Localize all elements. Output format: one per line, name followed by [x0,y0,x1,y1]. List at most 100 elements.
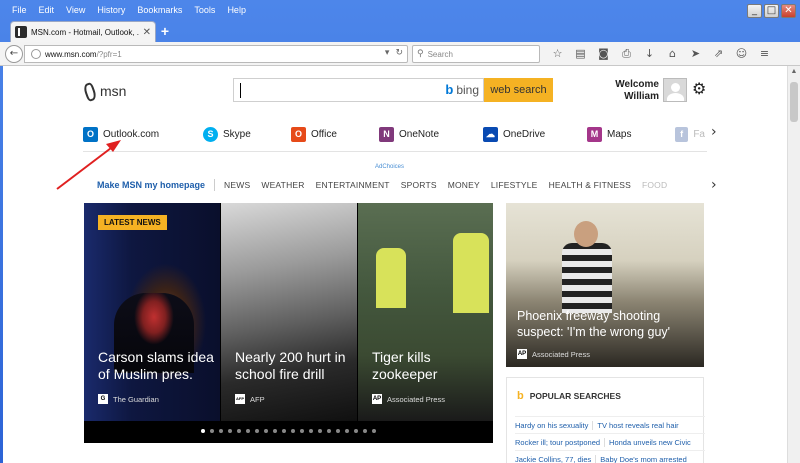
list-item: Rocker ill; tour postponed Honda unveils… [515,433,705,450]
carousel-dot[interactable] [318,429,322,433]
text-cursor [240,83,241,98]
news-slide[interactable]: Nearly 200 hurt in school fire drill AFP… [221,203,357,421]
scroll-up-arrow-icon[interactable]: ▲ [788,66,800,78]
menu-help[interactable]: Help [221,5,252,15]
carousel-dot[interactable] [273,429,277,433]
app-skype[interactable]: S Skype [203,124,291,144]
tab-msn[interactable]: MSN.com - Hotmail, Outlook, ... ✕ [10,21,156,42]
carousel-dot[interactable] [363,429,367,433]
home-icon[interactable]: ⌂ [661,46,684,62]
web-search-button[interactable]: web search [484,78,553,102]
popular-searches: b POPULAR SEARCHES Hardy on his sexualit… [506,377,705,463]
carousel-dot[interactable] [228,429,232,433]
latest-news-badge: LATEST NEWS [98,215,167,230]
search-link[interactable]: Jackie Collins, 77, dies [515,455,595,463]
app-label: Office [311,128,337,140]
nav-food[interactable]: FOOD [642,180,667,190]
reload-icon[interactable]: ↻ [395,48,403,58]
search-placeholder: Search [427,49,453,59]
carousel-dot[interactable] [219,429,223,433]
welcome-text[interactable]: Welcome William [595,79,659,103]
nav-sports[interactable]: SPORTS [401,180,437,190]
news-slide[interactable]: Tiger kills zookeeper AP Associated Pres… [358,203,493,421]
dropdown-arrow-icon[interactable]: ▾ [385,48,390,58]
carousel-dot[interactable] [327,429,331,433]
app-onenote[interactable]: N OneNote [379,124,483,144]
menu-bookmarks[interactable]: Bookmarks [131,5,188,15]
carousel-dot[interactable] [345,429,349,433]
carousel-dot[interactable] [246,429,250,433]
app-facebook[interactable]: f Fa [675,124,705,144]
app-outlook[interactable]: O Outlook.com [83,124,203,144]
tab-close-icon[interactable]: ✕ [143,27,151,38]
menu-tools[interactable]: Tools [188,5,221,15]
pocket-icon[interactable]: ◙ [592,46,615,62]
nav-news[interactable]: NEWS [224,180,250,190]
carousel-dot[interactable] [354,429,358,433]
adchoices-link[interactable]: AdChoices [375,164,404,170]
office-icon: O [291,126,306,142]
menu-file[interactable]: File [6,5,33,15]
send-icon[interactable]: ➤ [684,46,707,62]
vertical-scrollbar[interactable]: ▲ [787,66,800,463]
menu-view[interactable]: View [60,5,91,15]
menu-bar: File Edit View History Bookmarks Tools H… [0,0,740,20]
news-slide[interactable]: LATEST NEWS Carson slams idea of Muslim … [84,203,220,421]
menu-edit[interactable]: Edit [33,5,61,15]
carousel-dot[interactable] [300,429,304,433]
gear-icon[interactable]: ⚙ [692,79,706,98]
search-link[interactable]: TV host reveals real hair [592,420,682,430]
carousel-dot[interactable] [264,429,268,433]
news-source: AP Associated Press [517,349,590,359]
carousel-dot[interactable] [210,429,214,433]
msn-search-input[interactable]: b bing [233,78,484,102]
source-name: Associated Press [532,349,590,359]
carousel-dot[interactable] [291,429,295,433]
app-label: OneNote [399,128,440,140]
carousel-dot[interactable] [372,429,376,433]
new-tab-icon[interactable]: + [158,23,172,39]
chat-icon[interactable]: ☺ [730,46,753,62]
back-arrow-icon[interactable]: ← [5,45,23,63]
avatar[interactable] [663,78,687,102]
msn-logo-text: msn [100,83,127,99]
url-bar[interactable]: www.msn.com /?pfr=1 ▾ ↻ [24,45,408,63]
make-homepage-link[interactable]: Make MSN my homepage [97,180,205,190]
carousel-dot[interactable] [201,429,205,433]
nav-health-fitness[interactable]: HEALTH & FITNESS [549,180,631,190]
carousel-dot[interactable] [309,429,313,433]
search-link[interactable]: Baby Doe's mom arrested [595,454,690,463]
search-link[interactable]: Hardy on his sexuality [515,421,592,430]
print-icon[interactable]: ⎙ [615,46,638,62]
carousel-dot[interactable] [336,429,340,433]
carousel-dot[interactable] [255,429,259,433]
search-link[interactable]: Honda unveils new Civic [604,437,695,447]
app-onedrive[interactable]: ☁ OneDrive [483,124,587,144]
carousel-dot[interactable] [282,429,286,433]
carousel-dot[interactable] [237,429,241,433]
search-link[interactable]: Rocker ill; tour postponed [515,438,604,447]
scroll-thumb[interactable] [790,82,798,122]
chevron-right-icon[interactable]: › [711,124,717,140]
browser-search-box[interactable]: ⚲ Search [412,45,540,63]
feature-story[interactable]: Phoenix freeway shooting suspect: 'I'm t… [506,203,704,367]
nav-chevron-right-icon[interactable]: › [711,177,717,193]
bookmark-star-icon[interactable]: ☆ [546,46,569,62]
close-window-button[interactable]: ✕ [781,4,796,18]
nav-entertainment[interactable]: ENTERTAINMENT [316,180,390,190]
hamburger-menu-icon[interactable]: ≡ [753,46,776,62]
app-office[interactable]: O Office [291,124,379,144]
maximize-button[interactable]: □ [764,4,779,18]
nav-weather[interactable]: WEATHER [261,180,304,190]
headline-line: zookeeper [372,366,438,382]
nav-lifestyle[interactable]: LIFESTYLE [491,180,538,190]
clipboard-icon[interactable]: ▤ [569,46,592,62]
share-icon[interactable]: ⇗ [707,46,730,62]
minimize-button[interactable]: _ [747,4,762,18]
menu-history[interactable]: History [91,5,131,15]
msn-logo[interactable]: msn [83,83,126,99]
news-source: G The Guardian [98,394,159,404]
download-icon[interactable]: ↓ [638,46,661,62]
app-maps[interactable]: M Maps [587,124,675,144]
nav-money[interactable]: MONEY [448,180,480,190]
